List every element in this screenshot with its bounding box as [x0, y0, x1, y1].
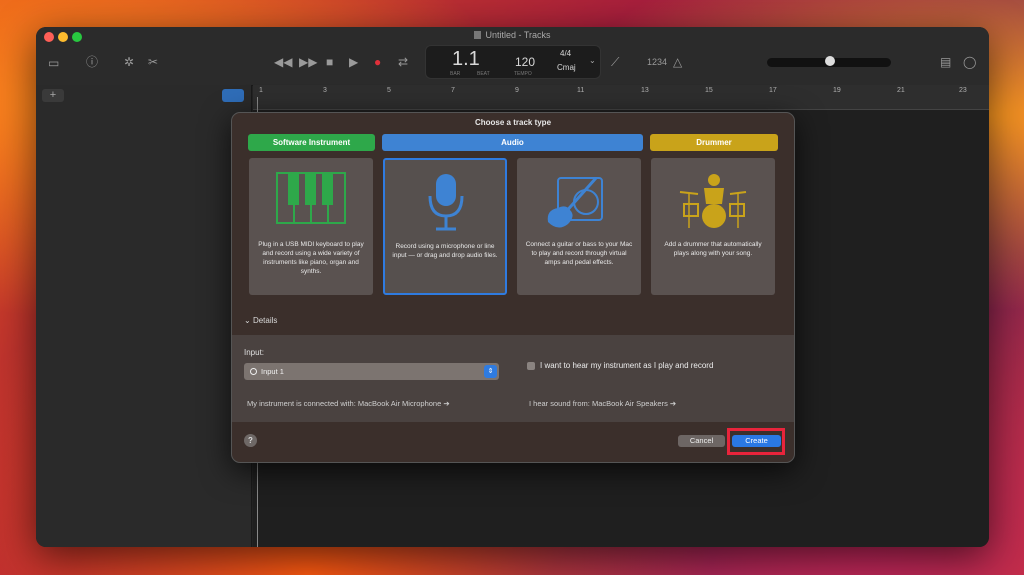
ruler-tick: 23 [959, 87, 967, 94]
tab-software-instrument[interactable]: Software Instrument [248, 134, 375, 151]
title-bar: Untitled - Tracks ▭ ⓘ ✲ ✂ ◀◀ ▶▶ ■ ▶ ● ⇄ … [36, 27, 989, 86]
input-icon [250, 368, 257, 375]
details-panel: Input: Input 1 ⇕ I want to hear my instr… [232, 335, 794, 422]
metronome-icon[interactable]: △ [673, 55, 682, 69]
tempo-value: 120 [515, 55, 536, 69]
card-description: Add a drummer that automatically plays a… [664, 241, 762, 257]
master-volume-slider[interactable] [767, 56, 891, 67]
ruler-tick: 9 [515, 87, 519, 94]
output-device-link[interactable]: I hear sound from: MacBook Air Speakers … [529, 399, 676, 408]
tuner-icon[interactable]: ⟋ [611, 55, 619, 69]
microphone-icon [428, 174, 464, 231]
ruler-tick: 3 [323, 87, 327, 94]
add-track-button[interactable]: + [42, 89, 64, 102]
scissors-icon[interactable]: ✂ [148, 55, 158, 69]
loop-browser-icon[interactable]: ◯ [963, 55, 976, 69]
card-description: Record using a microphone or line input … [392, 243, 498, 259]
tab-audio[interactable]: Audio [382, 134, 643, 151]
lcd-display[interactable]: 1.1 BAR BEAT 120 TEMPO 4/4 Cmaj ⌄ [425, 45, 601, 79]
tempo-label: TEMPO [514, 71, 532, 77]
card-audio-guitar[interactable]: Connect a guitar or bass to your Mac to … [517, 158, 641, 295]
ruler-tick: 19 [833, 87, 841, 94]
beat-label: BEAT [477, 71, 490, 77]
record-icon[interactable]: ● [374, 55, 381, 69]
dialog-title: Choose a track type [474, 118, 552, 127]
ruler-tick: 5 [387, 87, 391, 94]
chevron-updown-icon[interactable]: ⇕ [484, 365, 497, 378]
annotation-highlight-box [727, 428, 785, 455]
help-button[interactable]: ? [244, 434, 257, 447]
cancel-button[interactable]: Cancel [678, 435, 725, 447]
monitoring-checkbox[interactable] [527, 362, 535, 370]
stop-icon[interactable]: ■ [326, 55, 333, 69]
card-drummer[interactable]: Add a drummer that automatically plays a… [651, 158, 775, 295]
bar-label: BAR [450, 71, 461, 77]
piano-keys-icon [276, 172, 346, 224]
choose-track-type-dialog: Choose a track type Software Instrument … [231, 112, 795, 463]
input-label: Input: [244, 348, 265, 357]
ruler-tick: 15 [705, 87, 713, 94]
ruler-tick: 21 [897, 87, 905, 94]
ruler-tick: 11 [577, 87, 585, 94]
card-description: Plug in a USB MIDI keyboard to play and … [258, 241, 364, 275]
notepad-icon[interactable]: ▤ [940, 55, 951, 69]
library-icon[interactable]: ▭ [48, 56, 59, 70]
key-signature: Cmaj [557, 63, 576, 72]
monitoring-label[interactable]: I want to hear my instrument as I play a… [540, 361, 713, 370]
chevron-down-icon: ⌄ [244, 316, 253, 325]
window-title: Untitled - Tracks [36, 30, 989, 40]
input-select[interactable]: Input 1 ⇕ [244, 363, 499, 380]
fast-forward-icon[interactable]: ▶▶ [299, 55, 317, 69]
ruler-tick: 17 [769, 87, 777, 94]
bar-position: 1.1 [452, 48, 480, 70]
count-in-icon[interactable]: 1234 [647, 55, 667, 69]
chevron-down-icon[interactable]: ⌄ [589, 56, 596, 65]
card-description: Connect a guitar or bass to your Mac to … [525, 241, 633, 266]
ruler-tick: 7 [451, 87, 455, 94]
details-disclosure[interactable]: ⌄ Details [244, 316, 277, 325]
volume-knob[interactable] [825, 56, 835, 66]
time-signature: 4/4 [560, 49, 572, 58]
help-icon[interactable]: ⓘ [86, 55, 98, 69]
ruler-tick: 13 [641, 87, 649, 94]
tab-drummer[interactable]: Drummer [650, 134, 778, 151]
play-icon[interactable]: ▶ [349, 55, 358, 69]
ruler-tick: 1 [259, 87, 263, 94]
drummer-icon [679, 174, 747, 228]
track-headers-area [36, 85, 252, 547]
document-icon [474, 31, 482, 39]
arrow-right-circle-icon[interactable]: ➔ [443, 399, 449, 408]
arrow-right-circle-icon[interactable]: ➔ [670, 399, 676, 408]
rewind-icon[interactable]: ◀◀ [274, 55, 292, 69]
smart-controls-icon[interactable]: ✲ [124, 55, 134, 69]
input-value: Input 1 [261, 367, 284, 376]
guitar-amp-icon [547, 177, 603, 228]
card-software-instrument[interactable]: Plug in a USB MIDI keyboard to play and … [249, 158, 373, 295]
cycle-icon[interactable]: ⇄ [398, 55, 408, 69]
timeline-ruler[interactable]: 1 3 5 7 9 11 13 15 17 19 21 23 [253, 85, 989, 110]
card-audio-microphone[interactable]: Record using a microphone or line input … [383, 158, 507, 295]
smart-tempo-icon[interactable] [222, 89, 244, 102]
input-device-link[interactable]: My instrument is connected with: MacBook… [247, 399, 450, 408]
